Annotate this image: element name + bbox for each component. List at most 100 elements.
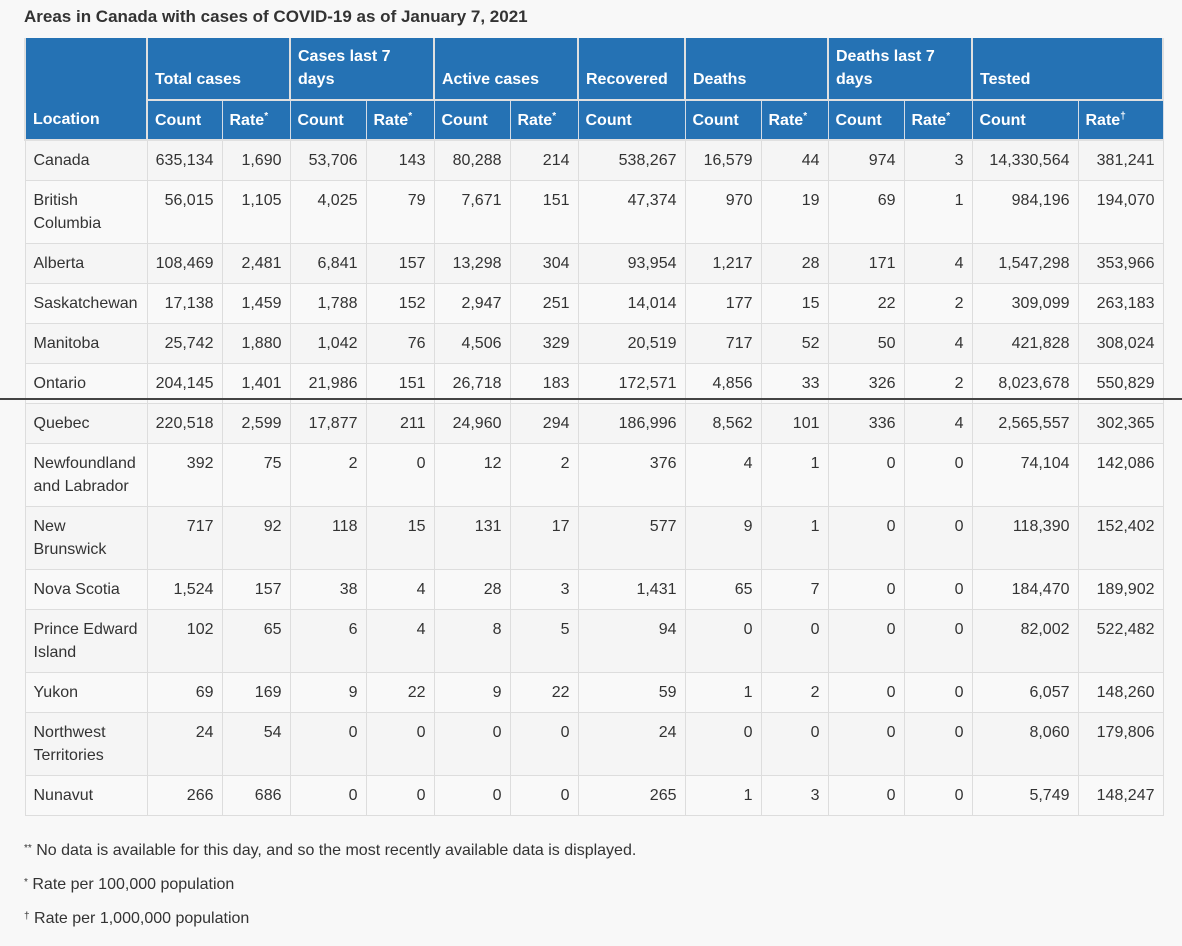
value-cell: 0: [684, 711, 762, 776]
value-cell: 186,996: [577, 402, 686, 444]
value-cell: 53,706: [289, 139, 367, 181]
value-cell: 717: [146, 505, 223, 570]
value-cell: 353,966: [1077, 242, 1164, 284]
value-cell: 1: [684, 671, 762, 713]
subheader-label: Count: [835, 112, 882, 129]
subheader-label: Count: [979, 112, 1026, 129]
footnote-mark: *: [24, 877, 28, 888]
value-cell: 220,518: [146, 402, 223, 444]
value-cell: 94: [577, 608, 686, 673]
value-cell: 24,960: [433, 402, 511, 444]
value-cell: 4: [684, 442, 762, 507]
table-row: Quebec 220,518 2,599 17,877 211 24,960 294 186,…: [24, 402, 1164, 444]
value-cell: 2,947: [433, 282, 511, 324]
value-cell: 44: [760, 139, 829, 181]
value-cell: 0: [903, 671, 973, 713]
table-row: Saskatchewan 17,138 1,459 1,788 152 2,947 251 1…: [24, 282, 1164, 324]
value-cell: 376: [577, 442, 686, 507]
footnote: * Rate per 100,000 population: [24, 874, 636, 896]
table-row: Ontario 204,145 1,401 21,986 151 26,718 183 172…: [24, 362, 1164, 404]
value-cell: 4: [903, 242, 973, 284]
location-cell: Alberta: [24, 242, 148, 284]
value-cell: 984,196: [971, 179, 1079, 244]
subheader-rate: Rate†: [1077, 100, 1164, 141]
value-cell: 0: [827, 568, 905, 610]
value-cell: 0: [827, 711, 905, 776]
value-cell: 0: [760, 711, 829, 776]
header-total-cases: Total cases: [146, 38, 291, 101]
value-cell: 172,571: [577, 362, 686, 404]
value-cell: 522,482: [1077, 608, 1164, 673]
value-cell: 0: [365, 711, 435, 776]
value-cell: 142,086: [1077, 442, 1164, 507]
value-cell: 82,002: [971, 608, 1079, 673]
value-cell: 14,014: [577, 282, 686, 324]
value-cell: 309,099: [971, 282, 1079, 324]
value-cell: 5: [509, 608, 579, 673]
value-cell: 2: [509, 442, 579, 507]
value-cell: 5,749: [971, 774, 1079, 816]
footnote-mark: *: [408, 111, 413, 122]
value-cell: 15: [760, 282, 829, 324]
subheader-count: Count: [827, 100, 905, 141]
location-cell: Nova Scotia: [24, 568, 148, 610]
location-cell: Manitoba: [24, 322, 148, 364]
value-cell: 26,718: [433, 362, 511, 404]
subheader-count: Count: [433, 100, 511, 141]
value-cell: 151: [509, 179, 579, 244]
value-cell: 12: [433, 442, 511, 507]
value-cell: 2,599: [221, 402, 291, 444]
value-cell: 251: [509, 282, 579, 324]
value-cell: 151: [365, 362, 435, 404]
header-active-cases: Active cases: [433, 38, 579, 101]
value-cell: 50: [827, 322, 905, 364]
value-cell: 294: [509, 402, 579, 444]
value-cell: 421,828: [971, 322, 1079, 364]
value-cell: 974: [827, 139, 905, 181]
table-row: Newfoundland and Labrador 392 75 2 0 12 2 376 4 1…: [24, 442, 1164, 507]
value-cell: 9: [684, 505, 762, 570]
value-cell: 118,390: [971, 505, 1079, 570]
location-cell: Quebec: [24, 402, 148, 444]
page-title: Areas in Canada with cases of COVID-19 a…: [24, 7, 528, 26]
value-cell: 65: [221, 608, 291, 673]
horizontal-divider-line: [0, 398, 1182, 400]
location-cell: Yukon: [24, 671, 148, 713]
value-cell: 4,506: [433, 322, 511, 364]
value-cell: 17,138: [146, 282, 223, 324]
footnote-text: Rate per 1,000,000 population: [34, 910, 250, 927]
value-cell: 392: [146, 442, 223, 507]
value-cell: 148,260: [1077, 671, 1164, 713]
header-tested: Tested: [971, 38, 1164, 101]
value-cell: 204,145: [146, 362, 223, 404]
subheader-label: Rate: [911, 112, 947, 129]
value-cell: 0: [903, 774, 973, 816]
subheader-label: Count: [692, 112, 739, 129]
value-cell: 92: [221, 505, 291, 570]
subheader-label: Rate: [768, 112, 804, 129]
value-cell: 22: [827, 282, 905, 324]
value-cell: 9: [433, 671, 511, 713]
value-cell: 0: [827, 442, 905, 507]
value-cell: 214: [509, 139, 579, 181]
value-cell: 52: [760, 322, 829, 364]
value-cell: 33: [760, 362, 829, 404]
value-cell: 22: [365, 671, 435, 713]
value-cell: 329: [509, 322, 579, 364]
value-cell: 326: [827, 362, 905, 404]
value-cell: 118: [289, 505, 367, 570]
value-cell: 152,402: [1077, 505, 1164, 570]
value-cell: 0: [903, 505, 973, 570]
table-row: Canada 635,134 1,690 53,706 143 80,288 214 538,…: [24, 139, 1164, 181]
value-cell: 0: [827, 671, 905, 713]
footnote-text: No data is available for this day, and s…: [36, 842, 637, 859]
value-cell: 8,562: [684, 402, 762, 444]
value-cell: 157: [221, 568, 291, 610]
value-cell: 80,288: [433, 139, 511, 181]
value-cell: 56,015: [146, 179, 223, 244]
value-cell: 6,057: [971, 671, 1079, 713]
value-cell: 304: [509, 242, 579, 284]
value-cell: 148,247: [1077, 774, 1164, 816]
subheader-count: Count: [577, 100, 686, 141]
value-cell: 1: [684, 774, 762, 816]
